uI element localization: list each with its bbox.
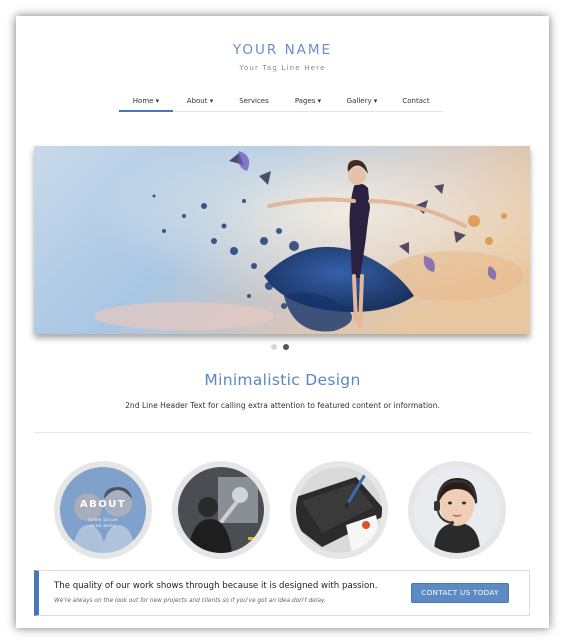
feature-circle-tablet[interactable]: [290, 461, 388, 559]
page-frame: YOUR NAME Your Tag Line Here Home ▾ Abou…: [16, 16, 549, 628]
presentation-image: [178, 467, 264, 553]
nav-item-pages[interactable]: Pages ▾: [281, 96, 335, 112]
support-headset-image: [414, 467, 500, 553]
about-readmore[interactable]: READ MORE: [60, 524, 146, 528]
feature-circle-support[interactable]: [408, 461, 506, 559]
nav-item-services[interactable]: Services: [227, 96, 281, 112]
site-name[interactable]: YOUR NAME: [16, 42, 549, 58]
nav-item-contact[interactable]: Contact: [389, 96, 443, 112]
main-nav: Home ▾ About ▾ Services Pages ▾ Gallery …: [119, 96, 443, 112]
tablet-pen-image: [296, 467, 382, 553]
feature-circle-about[interactable]: ABOUT lorem ipsum READ MORE: [54, 461, 152, 559]
nav-item-gallery[interactable]: Gallery ▾: [335, 96, 389, 112]
featured-subline: 2nd Line Header Text for calling extra a…: [125, 401, 440, 410]
cta-box: The quality of our work shows through be…: [34, 570, 530, 616]
about-sub: lorem ipsum: [87, 517, 119, 522]
nav-item-home[interactable]: Home ▾: [119, 96, 173, 112]
cta-text: We're always on the look out for new pro…: [54, 598, 326, 604]
nav-item-about[interactable]: About ▾: [173, 96, 227, 112]
cta-title: The quality of our work shows through be…: [54, 581, 378, 591]
about-label: ABOUT: [79, 499, 127, 510]
contact-us-button[interactable]: CONTACT US TODAY: [411, 583, 509, 603]
slider-dots: [271, 344, 289, 350]
slider-dot-2[interactable]: [283, 344, 289, 350]
feature-circle-presentation[interactable]: [172, 461, 270, 559]
ballet-dancer-image: [34, 146, 530, 334]
hero-slider-image[interactable]: [34, 146, 530, 334]
about-team-image: [60, 467, 146, 553]
slider-dot-1[interactable]: [271, 344, 277, 350]
site-tagline: Your Tag Line Here: [239, 64, 326, 72]
section-divider: [34, 432, 530, 433]
featured-headline: Minimalistic Design: [204, 371, 361, 389]
